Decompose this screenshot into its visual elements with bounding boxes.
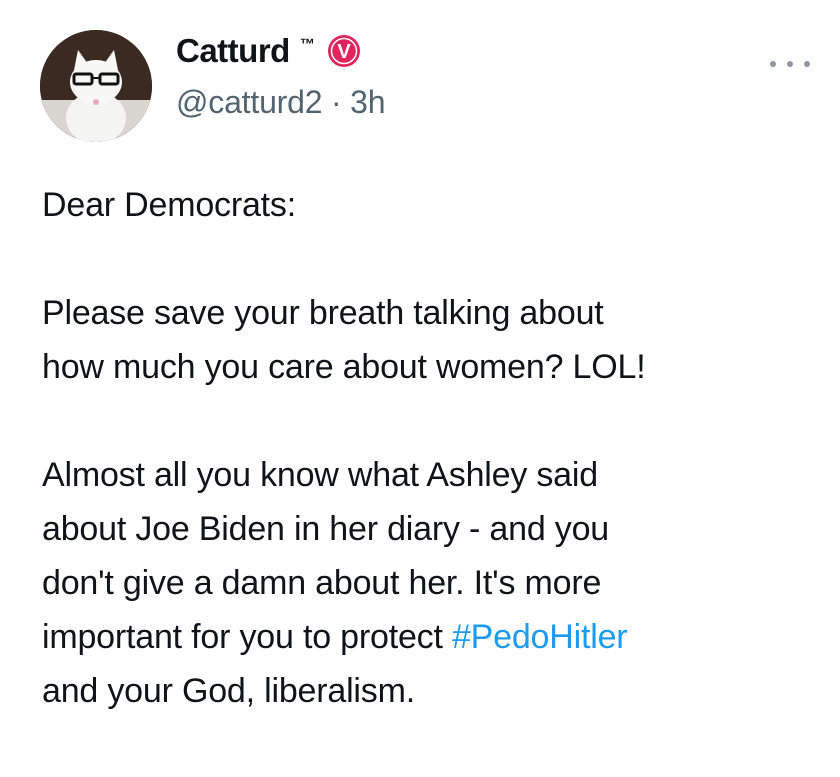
- tweet-text: Dear Democrats: Please save your breath …: [42, 178, 822, 718]
- author-name-row: Catturd ™ V: [176, 28, 361, 74]
- cat-avatar-image: [40, 30, 152, 142]
- handle-row: @catturd2 · 3h: [176, 84, 386, 121]
- display-name[interactable]: Catturd: [176, 32, 290, 70]
- tweet-line: important for you to protect #PedoHitler: [42, 610, 822, 664]
- tweet-line: how much you care about women? LOL!: [42, 348, 646, 386]
- verified-badge-icon: V: [327, 34, 361, 68]
- tweet-line: Dear Democrats:: [42, 186, 296, 224]
- trademark-symbol: ™: [299, 36, 315, 53]
- separator: ·: [322, 84, 351, 120]
- tweet-line: don't give a damn about her. It's more: [42, 564, 602, 602]
- more-options-button[interactable]: [770, 52, 810, 76]
- avatar[interactable]: [40, 30, 152, 142]
- tweet-line: Please save your breath talking about: [42, 294, 604, 332]
- tweet-card: Catturd ™ V @catturd2 · 3h Dear Democrat…: [0, 0, 840, 777]
- handle[interactable]: @catturd2: [176, 84, 323, 120]
- timestamp[interactable]: 3h: [350, 84, 385, 120]
- verified-badge-letter: V: [337, 41, 351, 63]
- hashtag-link[interactable]: #PedoHitler: [452, 618, 628, 656]
- more-horizontal-icon-dot: [804, 61, 810, 67]
- tweet-line: about Joe Biden in her diary - and you: [42, 510, 609, 548]
- tweet-line: and your God, liberalism.: [42, 672, 415, 710]
- more-horizontal-icon-dot: [787, 61, 793, 67]
- more-horizontal-icon: [770, 61, 776, 67]
- tweet-line: Almost all you know what Ashley said: [42, 456, 598, 494]
- tweet-line-text: important for you to protect: [42, 618, 452, 656]
